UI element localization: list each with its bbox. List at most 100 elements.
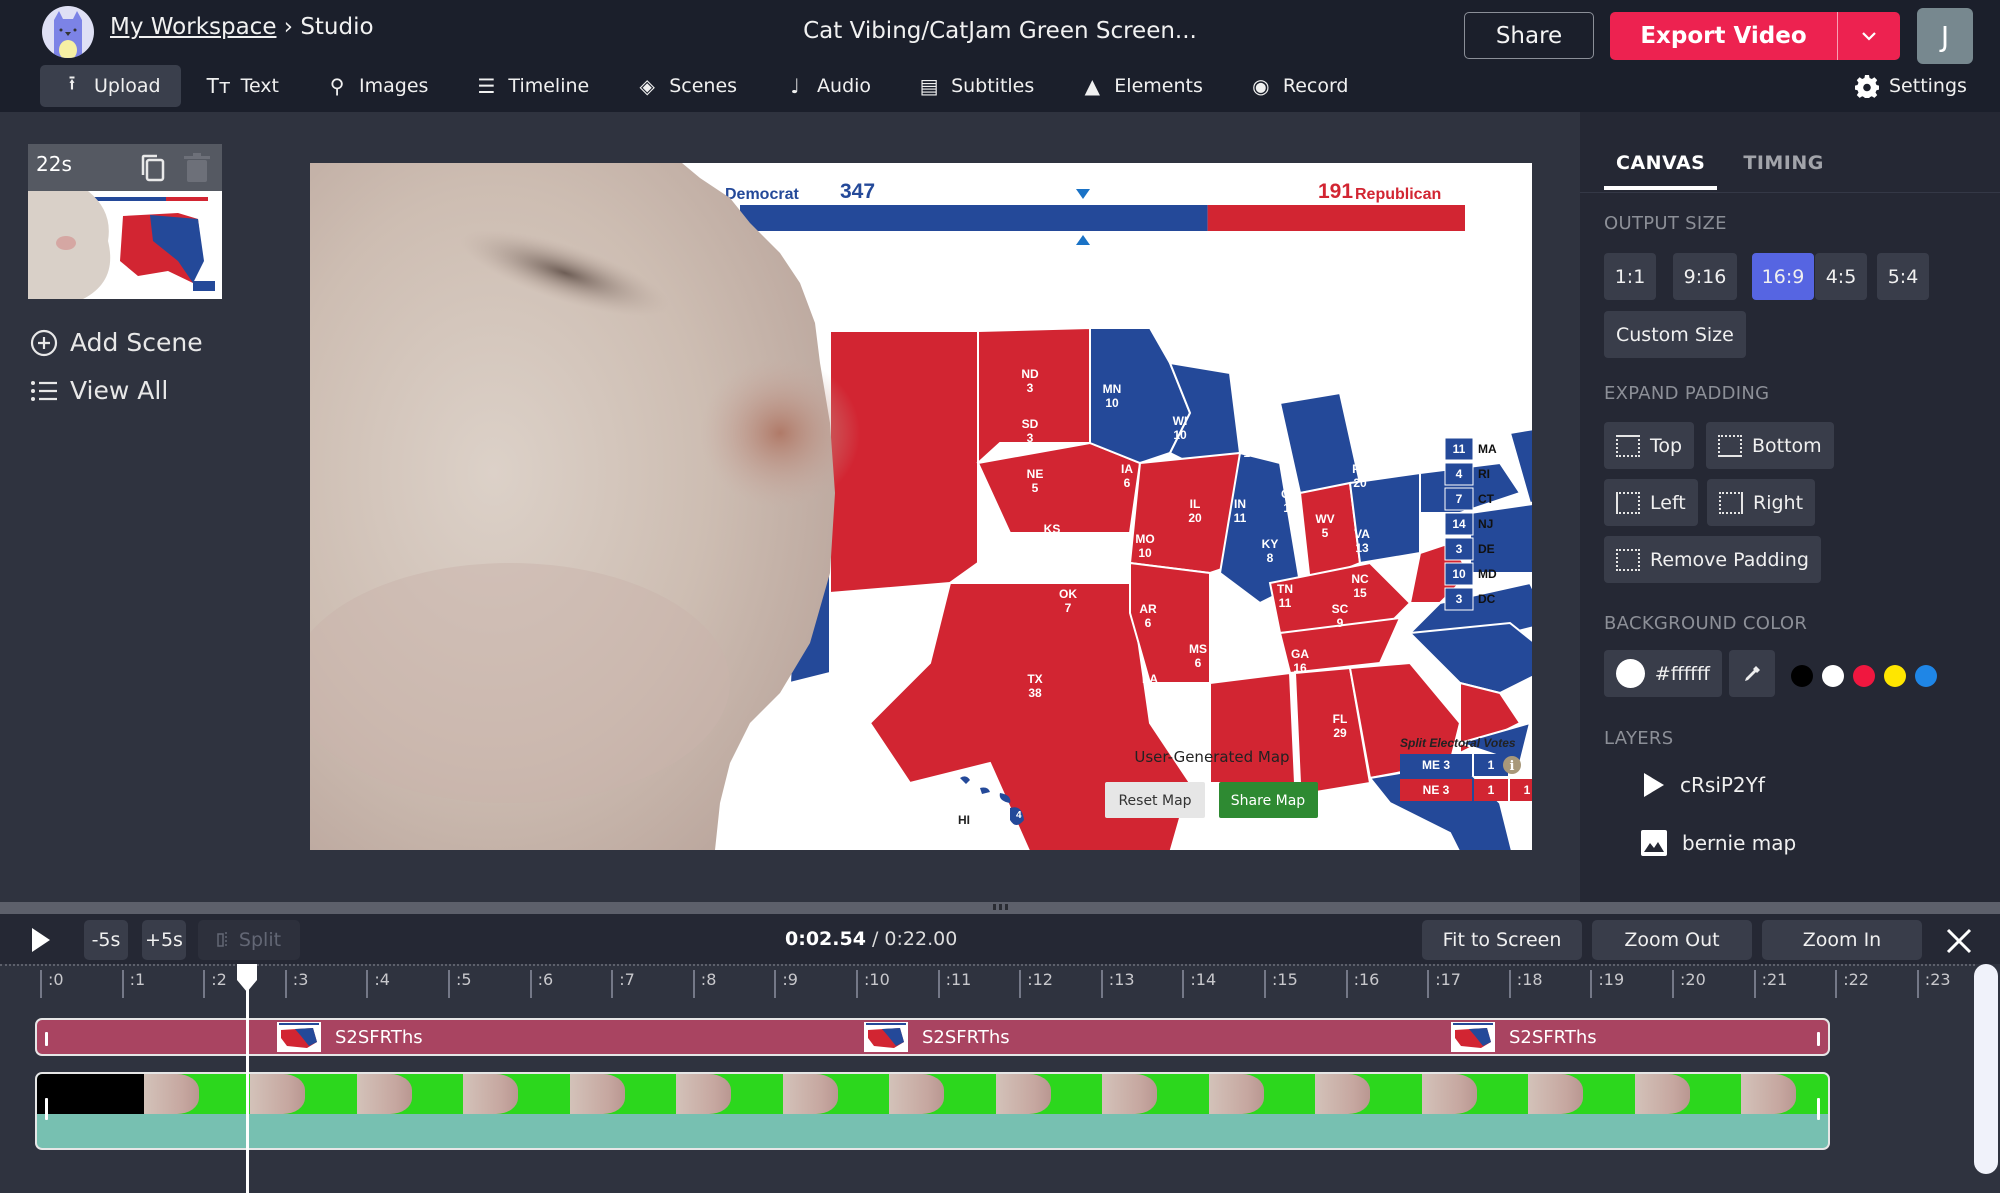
- layer-item-video[interactable]: cRsiP2Yf: [1640, 772, 1765, 798]
- plus-circle-icon: [30, 329, 58, 356]
- background-color-picker[interactable]: #ffffff: [1604, 650, 1722, 697]
- playhead-handle-icon[interactable]: [236, 964, 258, 992]
- add-scene-label: Add Scene: [70, 328, 203, 357]
- close-timeline-icon[interactable]: [1946, 928, 1972, 954]
- split-button[interactable]: Split: [198, 920, 300, 960]
- padding-top-button[interactable]: Top: [1604, 422, 1695, 469]
- zoom-in-button[interactable]: Zoom In: [1762, 920, 1922, 960]
- add-scene-button[interactable]: Add Scene: [30, 328, 203, 357]
- video-track-clip[interactable]: [35, 1072, 1830, 1150]
- color-swatch[interactable]: [1884, 665, 1906, 687]
- image-clip-chip: S2SFRThs: [1451, 1022, 1597, 1052]
- scene-duration: 22s: [36, 152, 72, 176]
- toolbar-images-button[interactable]: ⚲ Images: [305, 65, 448, 107]
- workspace-logo[interactable]: [42, 6, 94, 58]
- color-swatch[interactable]: [1791, 665, 1813, 687]
- trim-handle-right[interactable]: [1817, 1098, 1820, 1120]
- output-size-option[interactable]: 16:9: [1752, 253, 1814, 300]
- toolbar-audio-button[interactable]: ♩ Audio: [763, 65, 891, 107]
- video-frame-thumb: [569, 1074, 676, 1114]
- toolbar-label: Text: [240, 75, 280, 97]
- cat-video-layer[interactable]: [310, 163, 1532, 850]
- grip-icon[interactable]: [992, 903, 1010, 911]
- export-video-button[interactable]: Export Video: [1610, 12, 1900, 60]
- output-size-option[interactable]: 5:4: [1877, 253, 1929, 300]
- ruler-tick: :11: [937, 970, 971, 998]
- scene-card[interactable]: 22s: [28, 144, 222, 299]
- subtitles-icon: ▤: [919, 74, 939, 98]
- user-avatar[interactable]: J: [1917, 8, 1973, 64]
- padding-left-button[interactable]: Left: [1604, 479, 1698, 526]
- view-all-label: View All: [70, 376, 169, 405]
- split-label: Split: [238, 929, 282, 951]
- color-swatch[interactable]: [1915, 665, 1937, 687]
- timecode-display: 0:02.54 / 0:22.00: [785, 928, 957, 950]
- share-button[interactable]: Share: [1464, 12, 1594, 59]
- trim-handle-right[interactable]: [1817, 1032, 1820, 1046]
- skip-back-5s-button[interactable]: -5s: [84, 920, 128, 960]
- settings-button[interactable]: Settings: [1855, 66, 1967, 106]
- video-frame-thumb: [1634, 1074, 1741, 1114]
- padding-right-button[interactable]: Right: [1707, 479, 1816, 526]
- view-all-scenes-button[interactable]: View All: [30, 376, 168, 405]
- video-canvas[interactable]: Democrat 347 191 Republican ND 3 SD 3 NE…: [310, 163, 1532, 850]
- video-filmstrip: [37, 1074, 1828, 1114]
- current-color-swatch: [1616, 659, 1645, 688]
- ruler-tick: :1: [121, 970, 145, 998]
- trim-handle-left[interactable]: [45, 1098, 48, 1120]
- color-swatch[interactable]: [1853, 665, 1875, 687]
- toolbar-timeline-button[interactable]: ☰ Timeline: [454, 65, 609, 107]
- toolbar-label: Images: [359, 75, 429, 97]
- video-frame-thumb: [676, 1074, 783, 1114]
- skip-forward-5s-button[interactable]: +5s: [142, 920, 186, 960]
- layer-name: bernie map: [1682, 831, 1797, 855]
- padding-left-label: Left: [1650, 491, 1686, 514]
- video-frame-thumb: [37, 1074, 144, 1114]
- scene-thumbnail[interactable]: [28, 191, 222, 299]
- breadcrumb-workspace-link[interactable]: My Workspace: [110, 14, 276, 40]
- properties-panel: CANVAS TIMING OUTPUT SIZE 1:1 9:16 16:9 4:5…: [1580, 112, 2000, 902]
- trim-handle-left[interactable]: [45, 1032, 48, 1046]
- ruler-tick: :18: [1508, 970, 1543, 998]
- padding-bottom-button[interactable]: Bottom: [1706, 422, 1834, 469]
- tab-canvas[interactable]: CANVAS: [1604, 152, 1718, 190]
- output-size-option[interactable]: 9:16: [1673, 253, 1737, 300]
- eyedropper-button[interactable]: [1729, 650, 1775, 697]
- ruler-tick: :22: [1835, 970, 1869, 998]
- playhead[interactable]: [246, 970, 250, 1193]
- timeline-scrollbar[interactable]: [1974, 964, 1998, 1174]
- toolbar-label: Scenes: [669, 75, 738, 97]
- toolbar-record-button[interactable]: ◉ Record: [1229, 65, 1369, 107]
- ruler-tick: :12: [1019, 970, 1053, 998]
- ruler-tick: :23: [1916, 970, 1951, 998]
- video-frame-thumb: [356, 1074, 463, 1114]
- output-size-option[interactable]: 1:1: [1604, 253, 1656, 300]
- image-track-clip[interactable]: S2SFRThs S2SFRThs S2SFRThs: [35, 1018, 1830, 1056]
- custom-size-button[interactable]: Custom Size: [1604, 311, 1746, 358]
- ruler-tick: :14: [1182, 970, 1216, 998]
- output-size-option[interactable]: 4:5: [1815, 253, 1867, 300]
- color-swatch[interactable]: [1822, 665, 1844, 687]
- duplicate-scene-icon[interactable]: [140, 154, 166, 182]
- zoom-out-button[interactable]: Zoom Out: [1592, 920, 1752, 960]
- timeline-ruler[interactable]: :0:1:2:3:4:5:6:7:8:9:10:11:12:13:14:15:1…: [0, 964, 1975, 1000]
- toolbar-elements-button[interactable]: ▲ Elements: [1060, 65, 1223, 107]
- toolbar-scenes-button[interactable]: ◈ Scenes: [615, 65, 757, 107]
- export-video-label[interactable]: Export Video: [1610, 12, 1838, 60]
- remove-padding-button[interactable]: Remove Padding: [1604, 536, 1821, 583]
- project-title[interactable]: Cat Vibing/CatJam Green Screen...: [700, 18, 1300, 44]
- layer-item-image[interactable]: bernie map: [1640, 829, 1796, 857]
- delete-scene-icon[interactable]: [184, 153, 210, 183]
- toolbar-upload-button[interactable]: ⭱ Upload: [40, 65, 181, 107]
- export-options-chevron-icon[interactable]: [1838, 12, 1900, 60]
- music-note-icon: ♩: [790, 74, 800, 98]
- toolbar-label: Audio: [817, 75, 872, 97]
- breadcrumb-separator: ›: [283, 14, 293, 40]
- toolbar-subtitles-button[interactable]: ▤ Subtitles: [897, 65, 1054, 107]
- video-frame-thumb: [1315, 1074, 1422, 1114]
- toolbar-text-button[interactable]: Tт Text: [187, 65, 299, 107]
- video-frame-thumb: [1528, 1074, 1635, 1114]
- tab-timing[interactable]: TIMING: [1743, 152, 1824, 190]
- play-button-icon[interactable]: [30, 927, 52, 953]
- fit-to-screen-button[interactable]: Fit to Screen: [1422, 920, 1582, 960]
